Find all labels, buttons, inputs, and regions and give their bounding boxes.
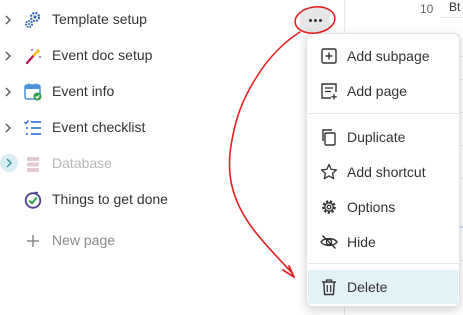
sidebar-item-template-setup[interactable]: Template setup <box>0 5 300 35</box>
new-page-label: New page <box>52 232 116 248</box>
menu-item-delete[interactable]: Delete <box>308 270 458 304</box>
sidebar-item-label: Database <box>52 155 112 171</box>
background-header-text: Bt <box>449 0 461 14</box>
menu-item-label: Delete <box>347 279 388 295</box>
star-icon <box>320 163 338 180</box>
menu-item-label: Hide <box>347 234 376 250</box>
chevron-right-icon[interactable] <box>2 120 14 136</box>
sidebar-item-label: Event doc setup <box>52 47 153 63</box>
menu-item-label: Duplicate <box>347 129 406 145</box>
menu-item-add-subpage[interactable]: Add subpage <box>308 39 458 73</box>
sidebar-item-label: Template setup <box>52 11 147 27</box>
sidebar: Template setup Event doc setup Event inf… <box>0 0 344 315</box>
new-page-button[interactable]: New page <box>0 226 300 256</box>
chevron-right-icon[interactable] <box>0 154 18 172</box>
sidebar-item-label: Event checklist <box>52 119 146 135</box>
gears-icon <box>25 11 41 28</box>
menu-item-add-shortcut[interactable]: Add shortcut <box>308 155 458 189</box>
calendar-check-icon <box>24 83 42 101</box>
menu-item-hide[interactable]: Hide <box>308 225 458 259</box>
background-row-number: 10 <box>420 2 434 16</box>
menu-item-add-page[interactable]: Add page <box>308 74 458 108</box>
add-subpage-icon <box>321 48 337 64</box>
sidebar-item-things-to-get-done[interactable]: Things to get done <box>0 185 300 215</box>
menu-item-label: Options <box>347 199 396 215</box>
chevron-right-icon[interactable] <box>2 12 14 28</box>
sidebar-item-event-checklist[interactable]: Event checklist <box>0 113 300 143</box>
chevron-right-icon[interactable] <box>2 48 14 64</box>
add-page-icon <box>321 83 337 100</box>
dot <box>319 19 322 22</box>
background-gridline <box>440 17 463 18</box>
context-menu: Add subpage Add page Duplicate Add short… <box>306 33 460 307</box>
sidebar-item-event-doc-setup[interactable]: Event doc setup <box>0 41 300 71</box>
duplicate-icon <box>322 129 336 146</box>
check-circle-icon <box>24 191 42 209</box>
sidebar-item-event-info[interactable]: Event info <box>0 77 300 107</box>
menu-item-options[interactable]: Options <box>308 190 458 224</box>
sidebar-item-label: Event info <box>52 83 115 99</box>
dot <box>309 19 312 22</box>
menu-separator <box>308 113 458 114</box>
menu-item-label: Add subpage <box>347 48 430 64</box>
menu-item-label: Add page <box>347 83 407 99</box>
gear-icon <box>322 200 336 214</box>
sidebar-item-label: Things to get done <box>52 191 168 207</box>
database-icon <box>27 157 39 172</box>
menu-item-duplicate[interactable]: Duplicate <box>308 120 458 154</box>
trash-icon <box>322 279 336 296</box>
menu-item-label: Add shortcut <box>347 164 426 180</box>
dot <box>314 19 317 22</box>
menu-separator <box>308 263 458 264</box>
chevron-right-icon[interactable] <box>2 84 14 100</box>
plus-icon <box>27 235 39 247</box>
magic-wand-icon <box>25 48 41 65</box>
more-options-button[interactable] <box>300 8 330 32</box>
checklist-icon <box>24 120 41 135</box>
eye-off-icon <box>320 235 338 249</box>
sidebar-item-database[interactable]: Database <box>0 149 300 179</box>
